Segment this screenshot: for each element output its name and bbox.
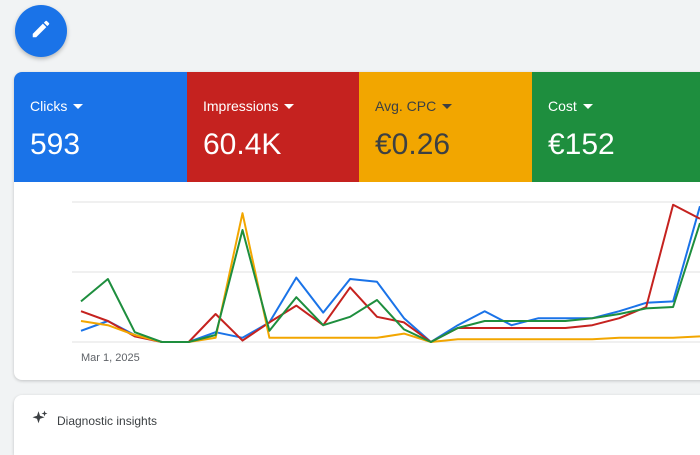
chart-svg: Mar 1, 2025 (72, 201, 700, 364)
caret-down-icon (442, 103, 453, 109)
series-line-1 (80, 203, 700, 343)
metric-label: Impressions (203, 98, 279, 114)
caret-down-icon (582, 103, 593, 109)
diagnostic-insights-card[interactable]: Diagnostic insights (14, 395, 700, 455)
series-line-2 (80, 212, 700, 343)
metric-label: Cost (548, 98, 577, 114)
performance-chart: Mar 1, 2025 (14, 182, 700, 380)
metric-tile-avg-cpc[interactable]: Avg. CPC €0.26 (359, 72, 532, 182)
metric-value: €152 (548, 128, 615, 161)
caret-down-icon (73, 103, 84, 109)
metric-label: Avg. CPC (375, 98, 437, 114)
edit-fab-button[interactable] (15, 5, 67, 57)
metric-tile-cost[interactable]: Cost €152 (532, 72, 700, 182)
metric-label-row: Cost (548, 98, 700, 114)
series-line-3 (80, 222, 700, 343)
metric-tile-impressions[interactable]: Impressions 60.4K (187, 72, 359, 182)
metric-value: 593 (30, 128, 81, 161)
diagnostic-insights-row: Diagnostic insights (31, 409, 157, 432)
metric-label: Clicks (30, 98, 68, 114)
diagnostic-insights-label: Diagnostic insights (57, 413, 158, 428)
sparkle-icon (31, 409, 49, 432)
pencil-icon (30, 18, 52, 45)
metric-label-row: Impressions (203, 98, 359, 114)
metric-value: 60.4K (203, 128, 282, 161)
metric-tile-clicks[interactable]: Clicks 593 (14, 72, 187, 182)
metric-label-row: Avg. CPC (375, 98, 532, 114)
caret-down-icon (284, 103, 295, 109)
metric-tiles: Clicks 593 Impressions 60.4K Avg. CPC €0… (14, 72, 700, 182)
metric-value: €0.26 (375, 128, 451, 161)
performance-card: Clicks 593 Impressions 60.4K Avg. CPC €0… (14, 72, 700, 380)
metric-label-row: Clicks (30, 98, 187, 114)
x-axis-start-label: Mar 1, 2025 (81, 352, 140, 364)
